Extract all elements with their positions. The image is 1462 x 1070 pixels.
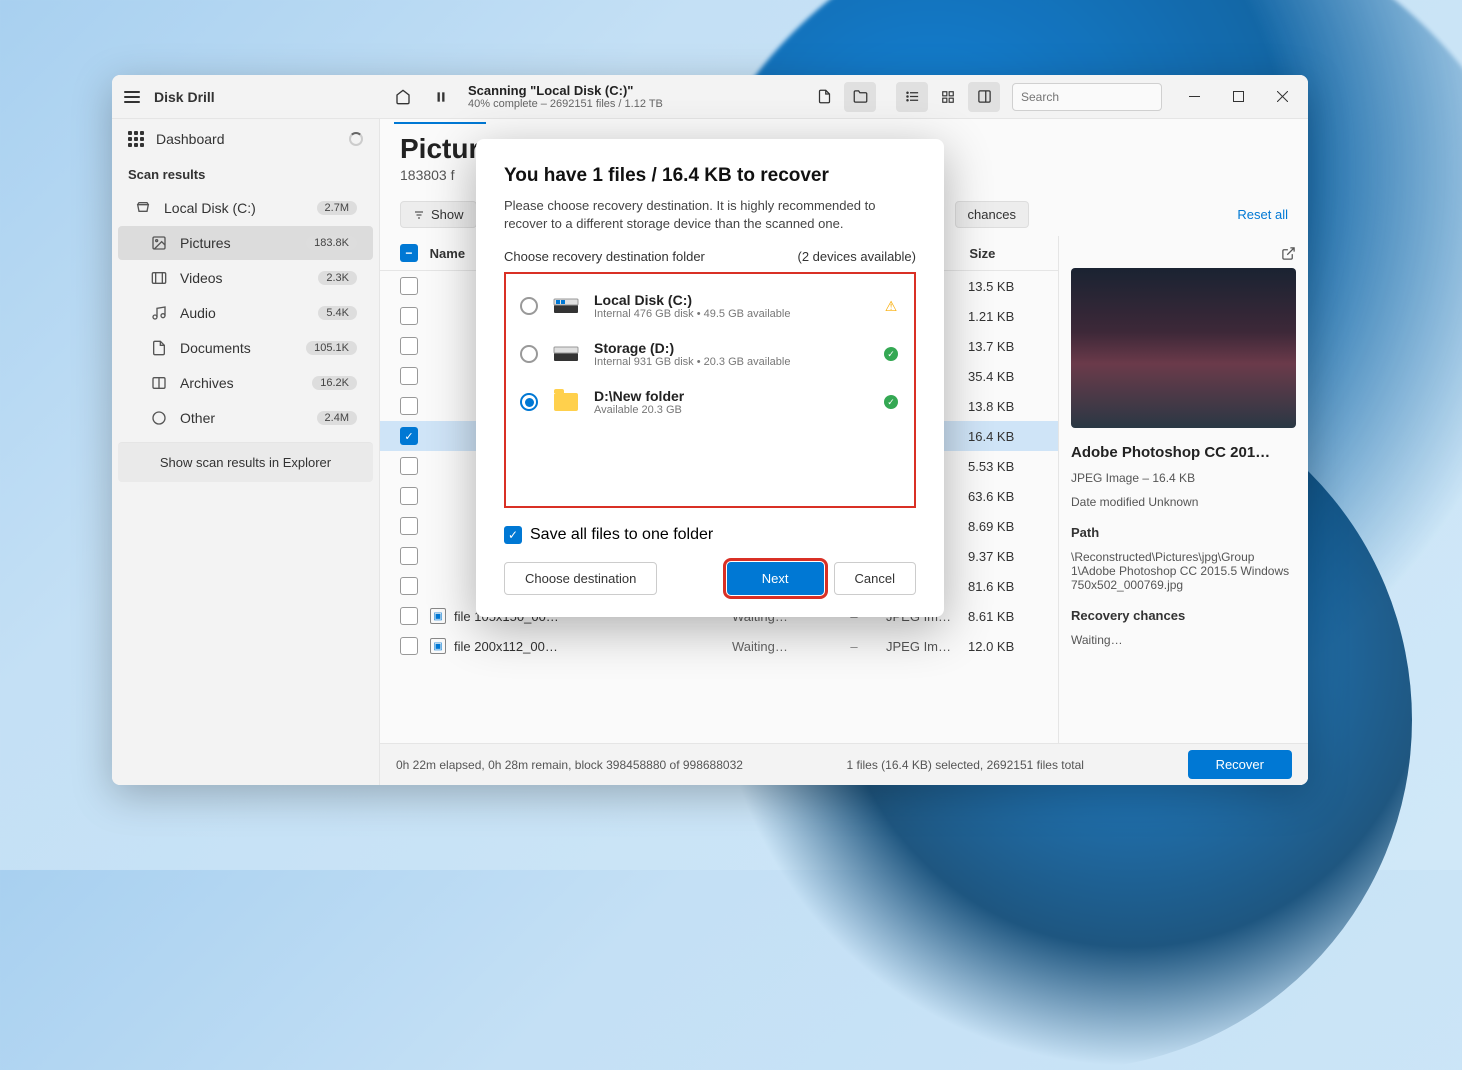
destination-radio[interactable] <box>520 297 538 315</box>
save-all-option[interactable]: ✓ Save all files to one folder <box>504 526 916 544</box>
destination-option[interactable]: Local Disk (C:)Internal 476 GB disk • 49… <box>512 282 908 330</box>
save-all-label: Save all files to one folder <box>530 526 713 544</box>
modal-description: Please choose recovery destination. It i… <box>504 197 916 233</box>
next-button[interactable]: Next <box>727 562 824 595</box>
warning-icon: ⚠ <box>885 298 898 315</box>
recovery-destination-modal: You have 1 files / 16.4 KB to recover Pl… <box>476 139 944 617</box>
disk-icon <box>552 345 580 363</box>
save-all-checkbox[interactable]: ✓ <box>504 526 522 544</box>
destination-radio[interactable] <box>520 393 538 411</box>
destination-radio[interactable] <box>520 345 538 363</box>
modal-overlay: You have 1 files / 16.4 KB to recover Pl… <box>112 75 1308 785</box>
destination-list: Local Disk (C:)Internal 476 GB disk • 49… <box>504 272 916 508</box>
devices-count-label: (2 devices available) <box>797 249 916 264</box>
destination-option[interactable]: Storage (D:)Internal 931 GB disk • 20.3 … <box>512 330 908 378</box>
app-window: Disk Drill Scanning "Local Disk (C:)" 40… <box>112 75 1308 785</box>
choose-destination-button[interactable]: Choose destination <box>504 562 657 595</box>
cancel-button[interactable]: Cancel <box>834 562 916 595</box>
checkmark-icon: ✓ <box>884 395 898 409</box>
destination-option[interactable]: D:\New folderAvailable 20.3 GB✓ <box>512 378 908 426</box>
disk-icon <box>552 297 580 315</box>
checkmark-icon: ✓ <box>884 347 898 361</box>
folder-icon <box>554 393 578 411</box>
choose-folder-label: Choose recovery destination folder <box>504 249 705 264</box>
modal-heading: You have 1 files / 16.4 KB to recover <box>504 165 916 187</box>
